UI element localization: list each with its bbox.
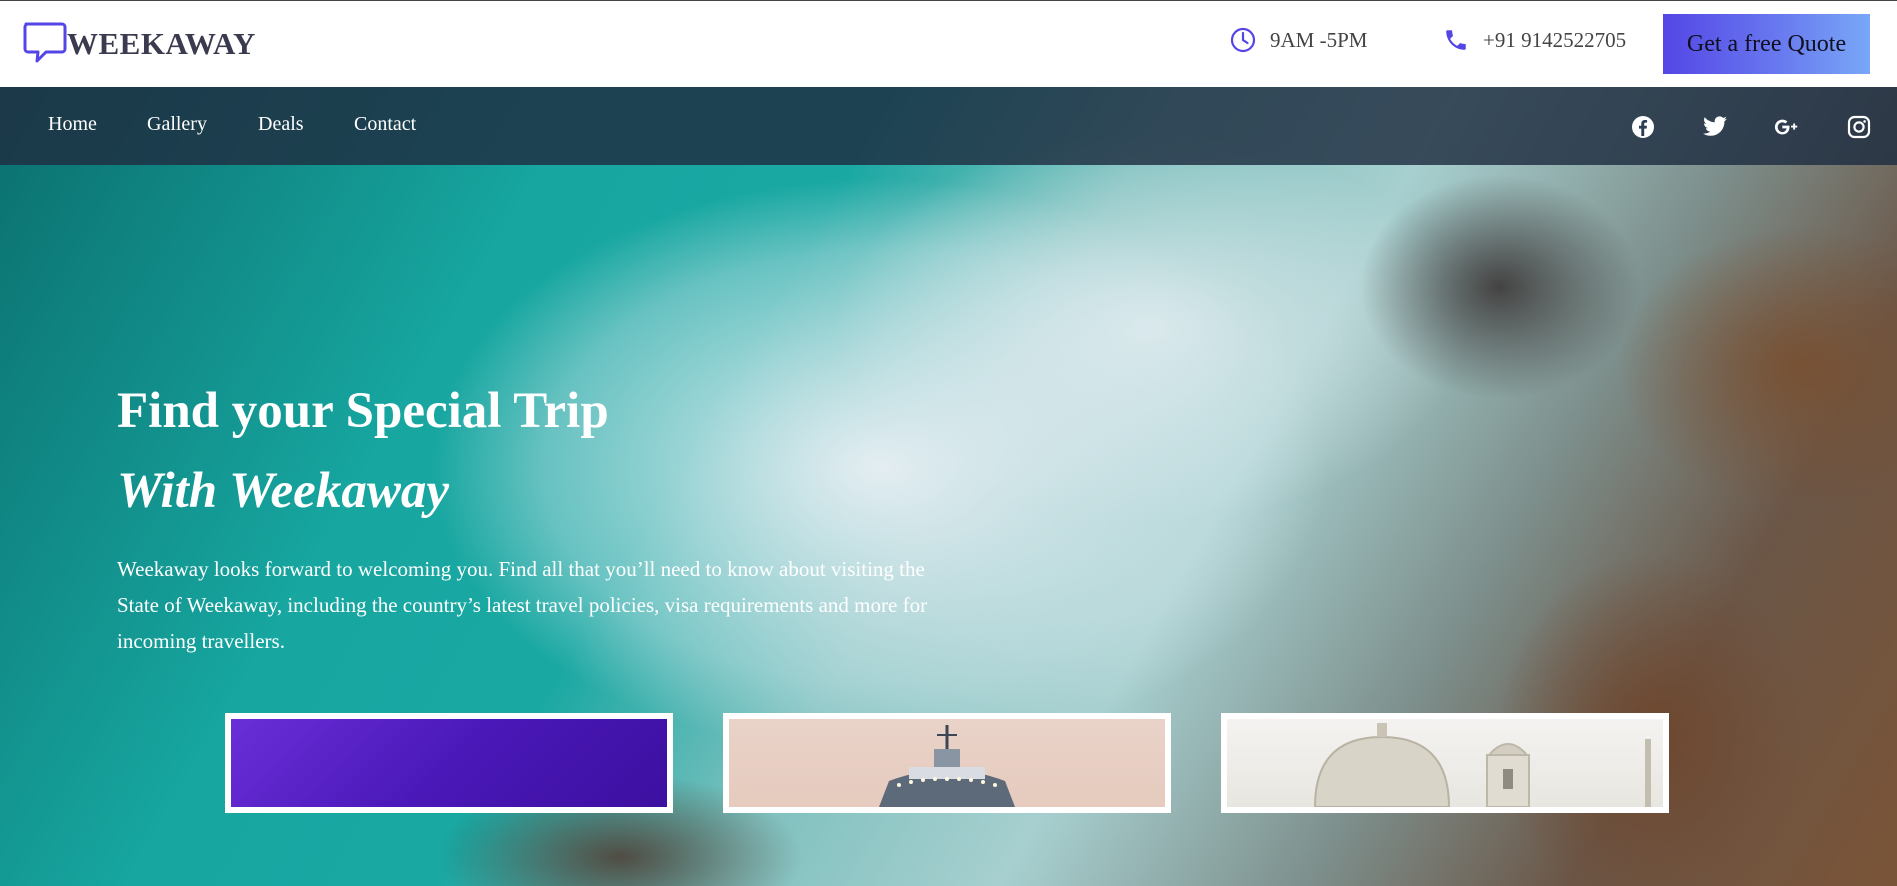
- phone-icon: [1446, 30, 1466, 50]
- phone-info[interactable]: +91 9142522705: [1443, 27, 1626, 53]
- top-header: WEEKAWAY 9AM -5PM +91 9142522705 Get a f…: [0, 0, 1897, 87]
- facebook-icon[interactable]: [1630, 114, 1656, 140]
- instagram-icon[interactable]: [1846, 114, 1872, 140]
- hero-description: Weekaway looks forward to welcoming you.…: [117, 557, 928, 653]
- nav-contact[interactable]: Contact: [354, 113, 416, 136]
- deal-card-image: [729, 719, 1165, 807]
- deal-card[interactable]: [225, 713, 673, 813]
- get-quote-button[interactable]: Get a free Quote: [1663, 14, 1870, 74]
- deal-card[interactable]: [723, 713, 1171, 813]
- main-navbar: Home Gallery Deals Contact: [0, 87, 1897, 165]
- deal-card[interactable]: [1221, 713, 1669, 813]
- brand-name: WEEKAWAY: [67, 26, 256, 61]
- nav-gallery[interactable]: Gallery: [147, 113, 207, 136]
- nav-deals[interactable]: Deals: [258, 113, 304, 136]
- hours-text: 9AM -5PM: [1270, 27, 1368, 52]
- brand-logo[interactable]: WEEKAWAY: [22, 21, 256, 67]
- hours-info: 9AM -5PM: [1230, 27, 1367, 53]
- hero-subtitle: With Weekaway: [117, 463, 449, 519]
- twitter-icon[interactable]: [1702, 114, 1728, 140]
- phone-text: +91 9142522705: [1483, 27, 1627, 52]
- deal-card-image: [1227, 719, 1663, 807]
- chat-bubble-icon: [23, 22, 67, 63]
- google-plus-icon[interactable]: [1774, 114, 1800, 140]
- hero-title: Find your Special Trip: [117, 383, 609, 439]
- clock-icon: [1230, 27, 1256, 53]
- nav-home[interactable]: Home: [48, 113, 97, 136]
- deal-card-image: [231, 719, 667, 807]
